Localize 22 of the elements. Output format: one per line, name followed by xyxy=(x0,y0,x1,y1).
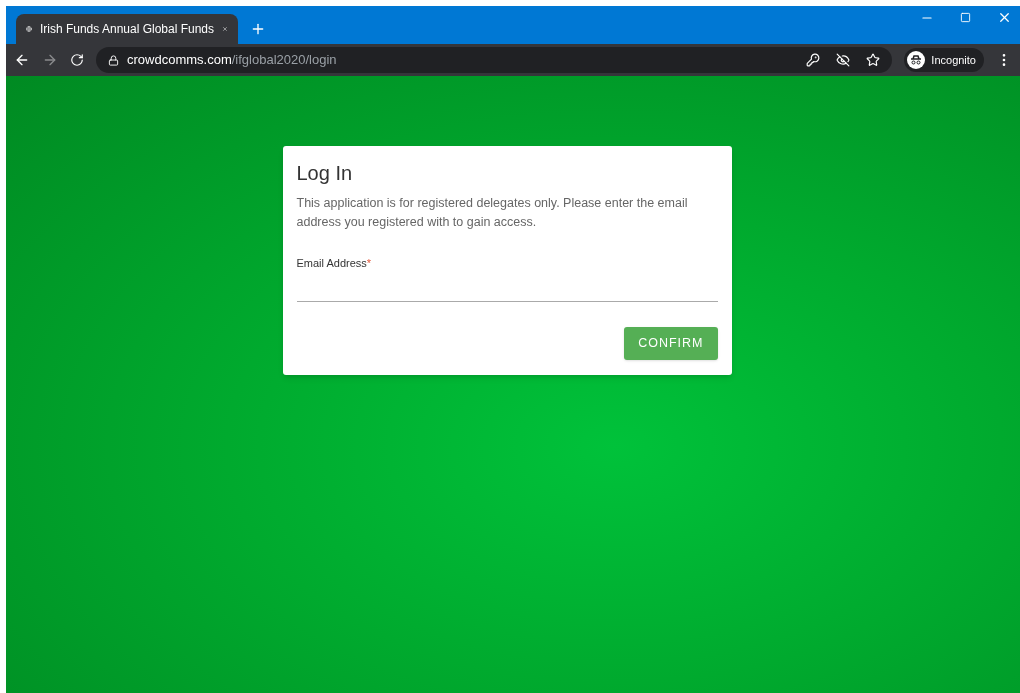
key-icon[interactable] xyxy=(806,53,821,67)
eye-off-icon[interactable] xyxy=(836,53,851,67)
lock-icon xyxy=(108,54,119,66)
back-icon[interactable] xyxy=(14,52,30,68)
reload-icon[interactable] xyxy=(70,53,84,67)
star-icon[interactable] xyxy=(866,53,881,67)
login-title: Log In xyxy=(296,161,354,186)
incognito-icon xyxy=(907,51,926,69)
email-label: Email Address xyxy=(296,257,367,269)
forward-icon[interactable] xyxy=(42,52,58,68)
required-mark: * xyxy=(366,257,372,269)
maximize-icon[interactable] xyxy=(960,12,971,23)
address-bar[interactable]: crowdcomms.com/ifglobal2020/login xyxy=(96,47,893,73)
url-path: /ifglobal2020/login xyxy=(231,52,337,68)
close-window-icon[interactable] xyxy=(997,10,1012,25)
new-tab-icon[interactable] xyxy=(250,21,266,37)
url-domain: crowdcomms.com xyxy=(127,52,232,68)
incognito-label: Incognito xyxy=(931,52,976,68)
login-description: This application is for registered delegates only. Please enter the email address you registered with to gain access. xyxy=(296,195,689,231)
tab-title: Irish Funds Annual Global Funds xyxy=(39,21,215,38)
browser-tab[interactable]: Irish Funds Annual Global Funds xyxy=(16,14,238,44)
incognito-badge[interactable]: Incognito xyxy=(904,48,984,72)
